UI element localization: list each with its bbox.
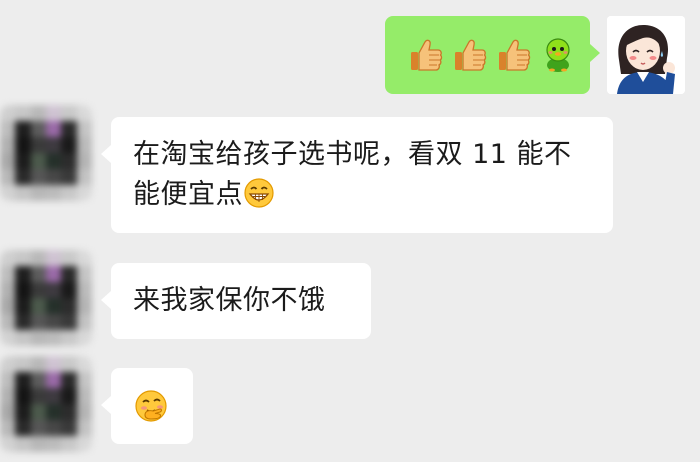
girl-avatar-illustration bbox=[607, 16, 685, 94]
contact-message-bubble[interactable]: 在淘宝给孩子选书呢，看双 11 能不能便宜点 bbox=[101, 117, 613, 233]
blurred-mosaic bbox=[0, 105, 92, 201]
shy-laugh-emoji-icon bbox=[133, 390, 169, 431]
contact-avatar[interactable] bbox=[0, 250, 92, 346]
message-text: 在淘宝给孩子选书呢，看双 11 能不能便宜点 bbox=[133, 139, 572, 210]
my-message-bubble[interactable] bbox=[385, 16, 600, 94]
contact-avatar[interactable] bbox=[0, 356, 92, 452]
thumbs-up-icon bbox=[451, 36, 489, 74]
blurred-mosaic bbox=[0, 356, 92, 452]
message-text: 来我家保你不饿 bbox=[133, 285, 326, 316]
blurred-mosaic bbox=[0, 250, 92, 346]
green-chick-icon bbox=[539, 36, 577, 74]
contact-message-bubble[interactable] bbox=[101, 368, 193, 444]
grin-emoji-icon bbox=[243, 177, 275, 221]
contact-message-bubble[interactable]: 来我家保你不饿 bbox=[101, 263, 371, 339]
my-avatar[interactable] bbox=[607, 16, 685, 94]
thumbs-up-icon bbox=[407, 36, 445, 74]
contact-avatar[interactable] bbox=[0, 105, 92, 201]
thumbs-up-icon bbox=[495, 36, 533, 74]
emoji-row bbox=[407, 36, 590, 74]
